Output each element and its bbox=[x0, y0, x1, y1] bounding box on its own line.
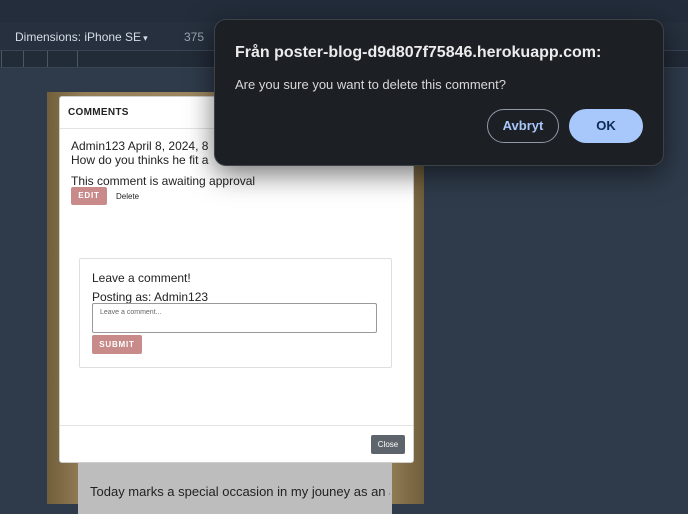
edit-button[interactable]: EDIT bbox=[71, 187, 107, 205]
modal-title: COMMENTS bbox=[68, 107, 129, 118]
ruler-tick bbox=[77, 51, 78, 67]
viewport-width-input[interactable]: 375 bbox=[184, 30, 204, 44]
device-dimensions-label: Dimensions: iPhone SE bbox=[15, 30, 142, 44]
chevron-down-icon: ▾ bbox=[143, 33, 148, 43]
comment-body: How do you thinks he fit a bbox=[71, 153, 209, 167]
post-card: Today marks a special occasion in my jou… bbox=[78, 454, 392, 514]
ruler-tick bbox=[47, 51, 48, 67]
comment-meta: Admin123 April 8, 2024, 8 bbox=[71, 139, 209, 153]
post-excerpt: Today marks a special occasion in my jou… bbox=[90, 484, 390, 499]
dialog-title: Från poster-blog-d9d807f75846.herokuapp.… bbox=[235, 44, 602, 61]
form-title: Leave a comment! bbox=[92, 271, 191, 285]
comment-form: Leave a comment! Posting as: Admin123 Le… bbox=[79, 258, 392, 368]
dialog-message: Are you sure you want to delete this com… bbox=[235, 77, 506, 92]
delete-button[interactable]: Delete bbox=[116, 192, 139, 201]
ok-button[interactable]: OK bbox=[569, 109, 643, 143]
posting-as-label: Posting as: Admin123 bbox=[92, 290, 209, 304]
comment-input[interactable]: Leave a comment... bbox=[92, 303, 377, 333]
close-button[interactable]: Close bbox=[371, 435, 405, 454]
confirm-dialog: Från poster-blog-d9d807f75846.herokuapp.… bbox=[214, 19, 664, 166]
ruler-tick bbox=[1, 51, 2, 67]
device-dimensions-select[interactable]: Dimensions: iPhone SE ▾ bbox=[15, 30, 148, 44]
submit-button[interactable]: SUBMIT bbox=[92, 335, 142, 354]
ruler-tick bbox=[23, 51, 24, 67]
cancel-button[interactable]: Avbryt bbox=[487, 109, 559, 143]
modal-footer: Close bbox=[60, 425, 413, 463]
approval-status: This comment is awaiting approval bbox=[71, 174, 256, 188]
